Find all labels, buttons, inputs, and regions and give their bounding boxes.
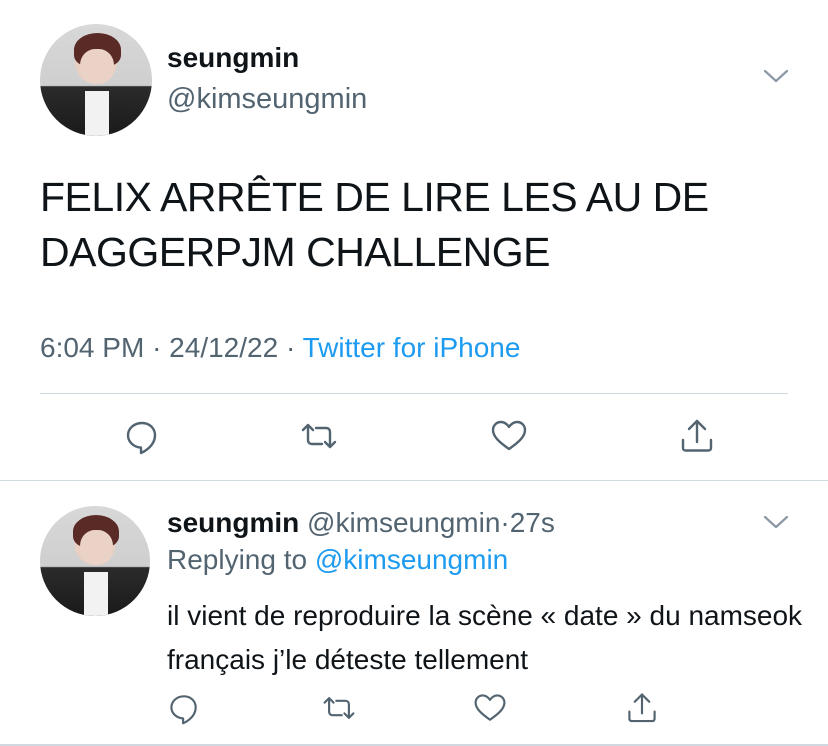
tweet-source-link[interactable]: Twitter for iPhone bbox=[303, 332, 521, 363]
retweet-icon[interactable] bbox=[299, 416, 339, 456]
avatar[interactable] bbox=[40, 24, 152, 136]
reply-actions bbox=[0, 690, 828, 726]
share-icon[interactable] bbox=[677, 416, 717, 456]
share-icon[interactable] bbox=[624, 690, 660, 726]
tweet-text: FELIX ARRÊTE DE LIRE LES AU DE DAGGERPJM… bbox=[40, 174, 709, 275]
tweet-date: 24/12/22 bbox=[169, 332, 279, 363]
heart-icon[interactable] bbox=[489, 416, 529, 456]
divider bbox=[0, 480, 828, 481]
reply-header: seungmin @kimseungmin·27s bbox=[167, 507, 555, 539]
replying-to-link[interactable]: @kimseungmin bbox=[315, 544, 508, 575]
tweet-meta: 6:04 PM · 24/12/22 · Twitter for iPhone bbox=[40, 332, 520, 364]
reply-icon[interactable] bbox=[122, 416, 162, 456]
chevron-down-icon[interactable] bbox=[763, 66, 789, 86]
user-handle[interactable]: @kimseungmin bbox=[307, 507, 500, 538]
reply-icon[interactable] bbox=[166, 690, 202, 726]
reply-text: il vient de reproduire la scène « date »… bbox=[167, 600, 803, 675]
meta-separator: · bbox=[285, 332, 296, 363]
meta-separator: · bbox=[152, 332, 162, 363]
chevron-down-icon[interactable] bbox=[763, 512, 789, 532]
avatar[interactable] bbox=[40, 506, 150, 616]
display-name[interactable]: seungmin bbox=[167, 507, 299, 538]
retweet-icon[interactable] bbox=[321, 690, 357, 726]
replying-to: Replying to @kimseungmin bbox=[167, 544, 508, 576]
tweet-actions bbox=[0, 416, 828, 456]
meta-separator: · bbox=[500, 507, 510, 538]
tweet-time: 6:04 PM bbox=[40, 332, 145, 363]
heart-icon[interactable] bbox=[472, 690, 508, 726]
divider bbox=[40, 393, 788, 394]
replying-prefix: Replying to bbox=[167, 544, 308, 575]
display-name[interactable]: seungmin bbox=[167, 42, 299, 74]
tweet-age: 27s bbox=[509, 507, 555, 538]
user-handle[interactable]: @kimseungmin bbox=[167, 83, 367, 116]
main-tweet: seungmin @kimseungmin FELIX ARRÊTE DE LI… bbox=[0, 0, 828, 480]
